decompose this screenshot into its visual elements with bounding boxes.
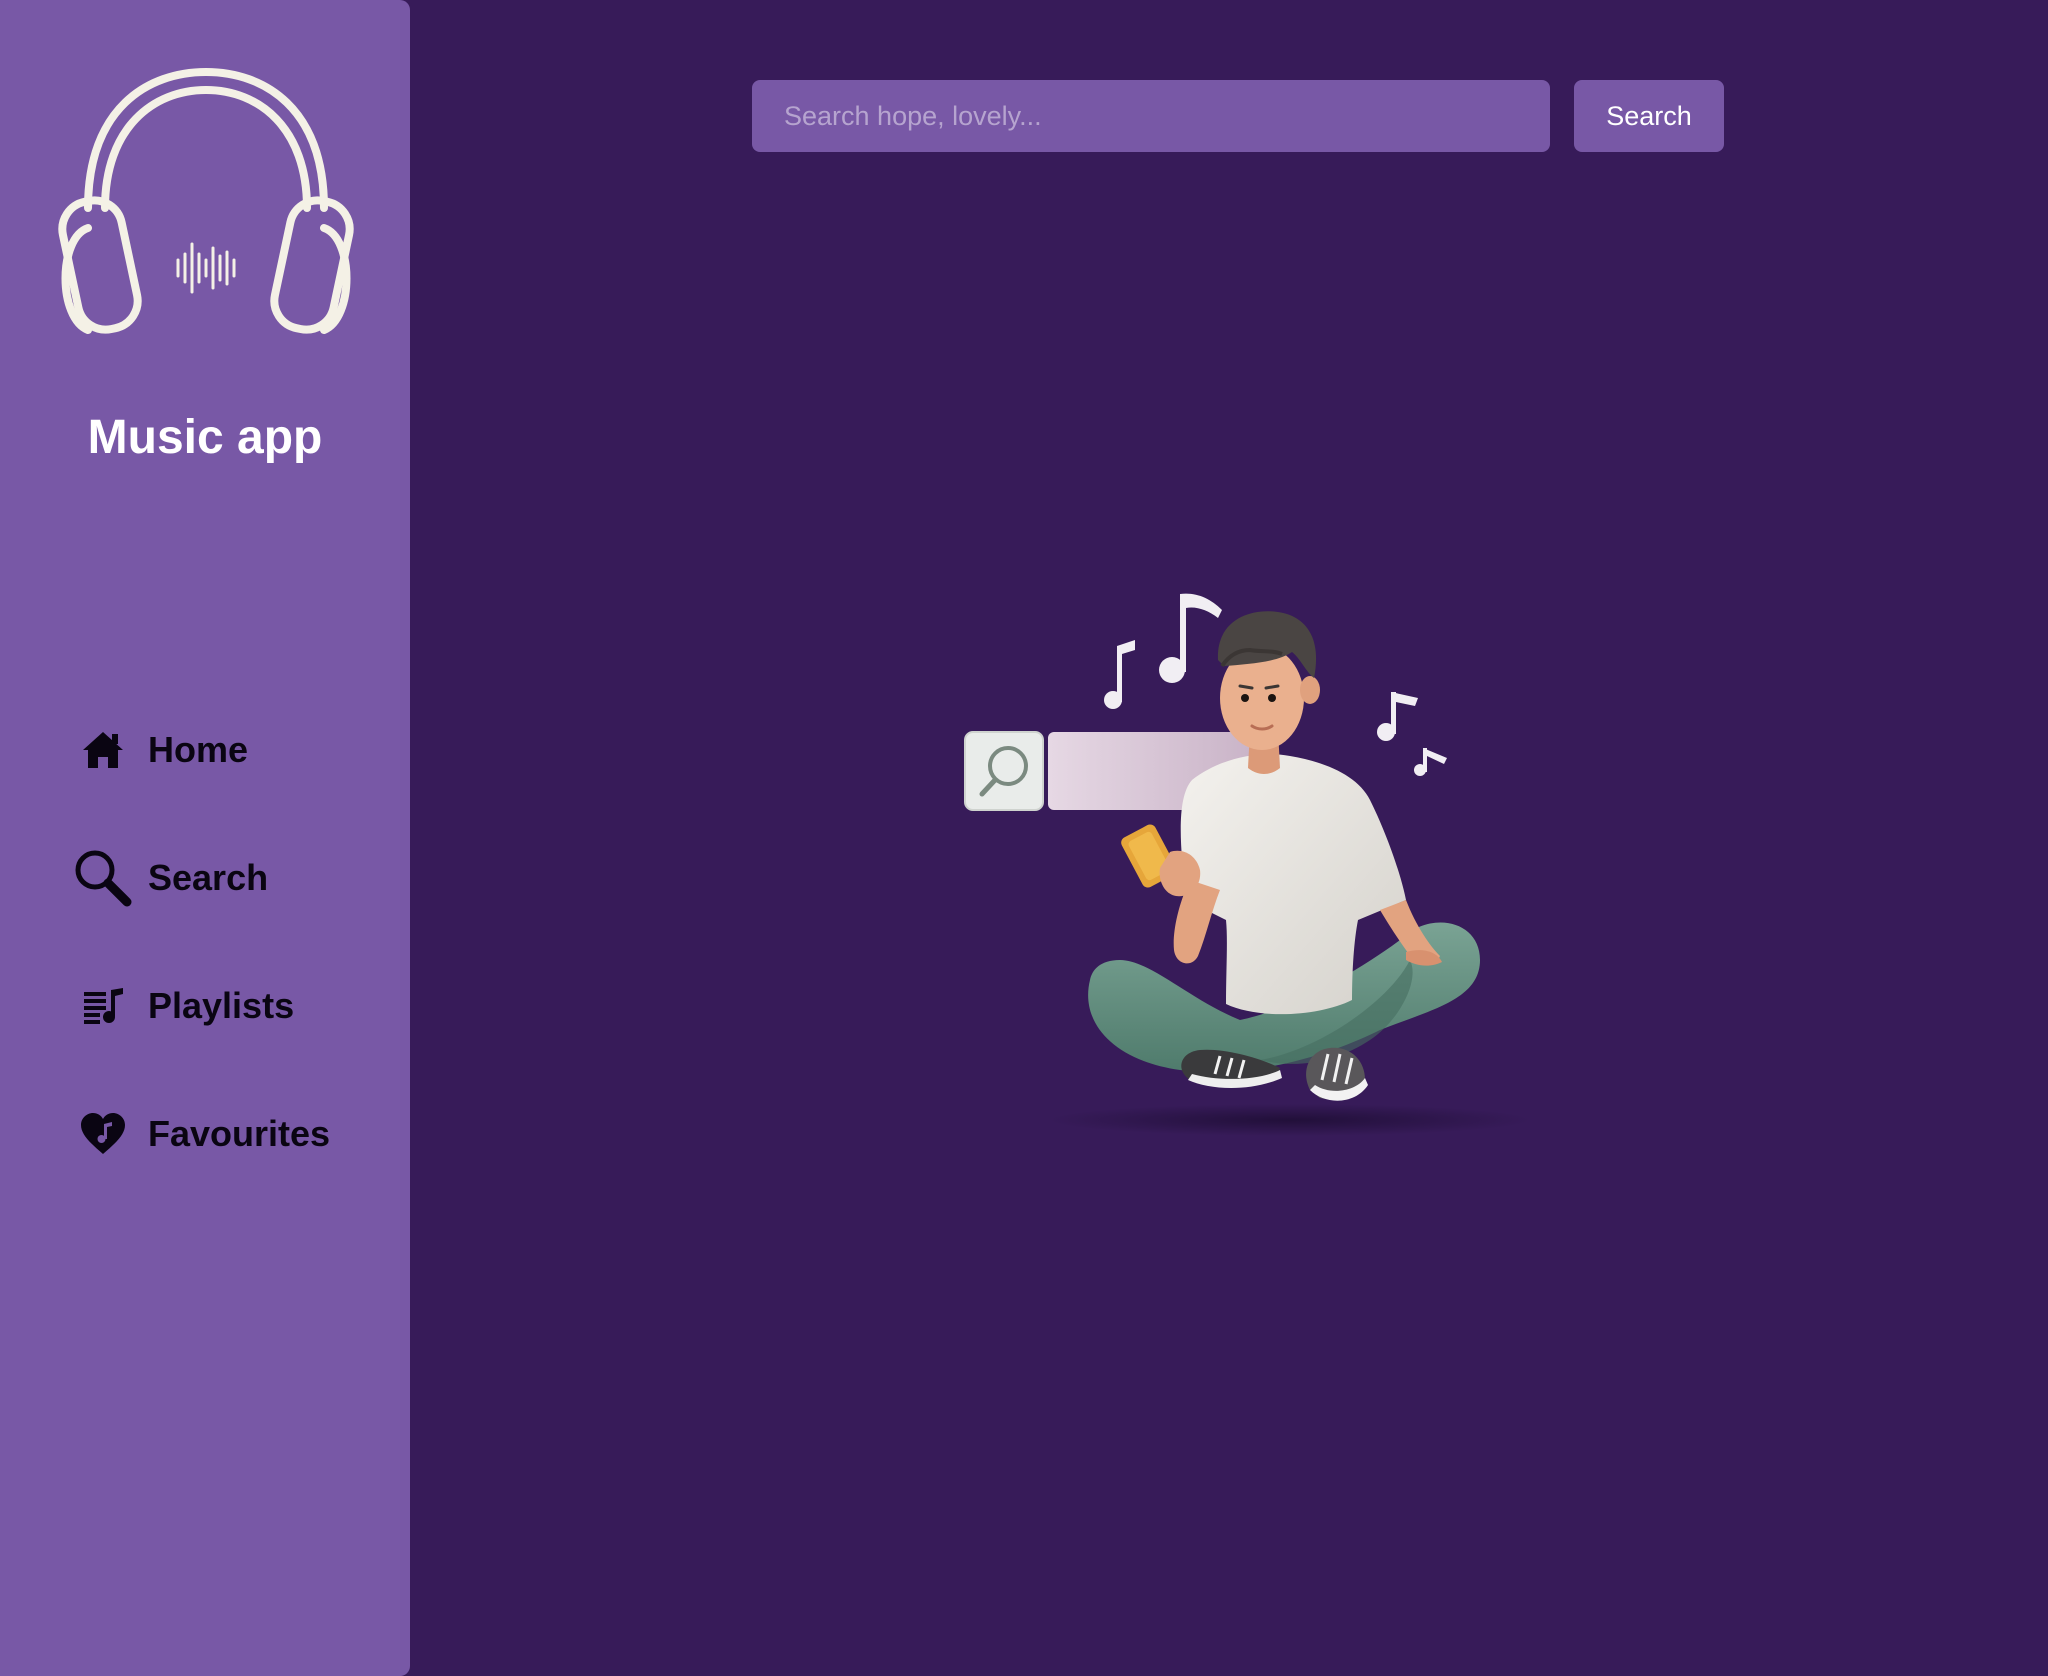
sidebar-item-search[interactable]: Search — [72, 843, 392, 913]
heart-music-icon — [72, 1103, 134, 1165]
music-app: Music app Home Search Playlists Favourit… — [0, 0, 2048, 1676]
sidebar-item-favourites[interactable]: Favourites — [72, 1099, 392, 1169]
sidebar-item-home[interactable]: Home — [72, 715, 392, 785]
app-title: Music app — [87, 411, 323, 464]
search-button[interactable]: Search — [1574, 80, 1724, 152]
sidebar-item-label: Playlists — [148, 985, 295, 1026]
home-icon — [72, 719, 134, 781]
person-listening-illustration — [964, 593, 1530, 1136]
sidebar: Music app Home Search Playlists Favourit… — [0, 0, 410, 1676]
headphones-icon — [58, 68, 354, 334]
sidebar-item-label: Search — [148, 857, 269, 898]
sidebar-item-playlists[interactable]: Playlists — [72, 971, 392, 1041]
sidebar-item-label: Home — [148, 729, 249, 770]
search-input[interactable] — [752, 80, 1550, 152]
sidebar-item-label: Favourites — [148, 1113, 331, 1154]
search-icon — [72, 847, 134, 909]
playlist-icon — [72, 975, 134, 1037]
